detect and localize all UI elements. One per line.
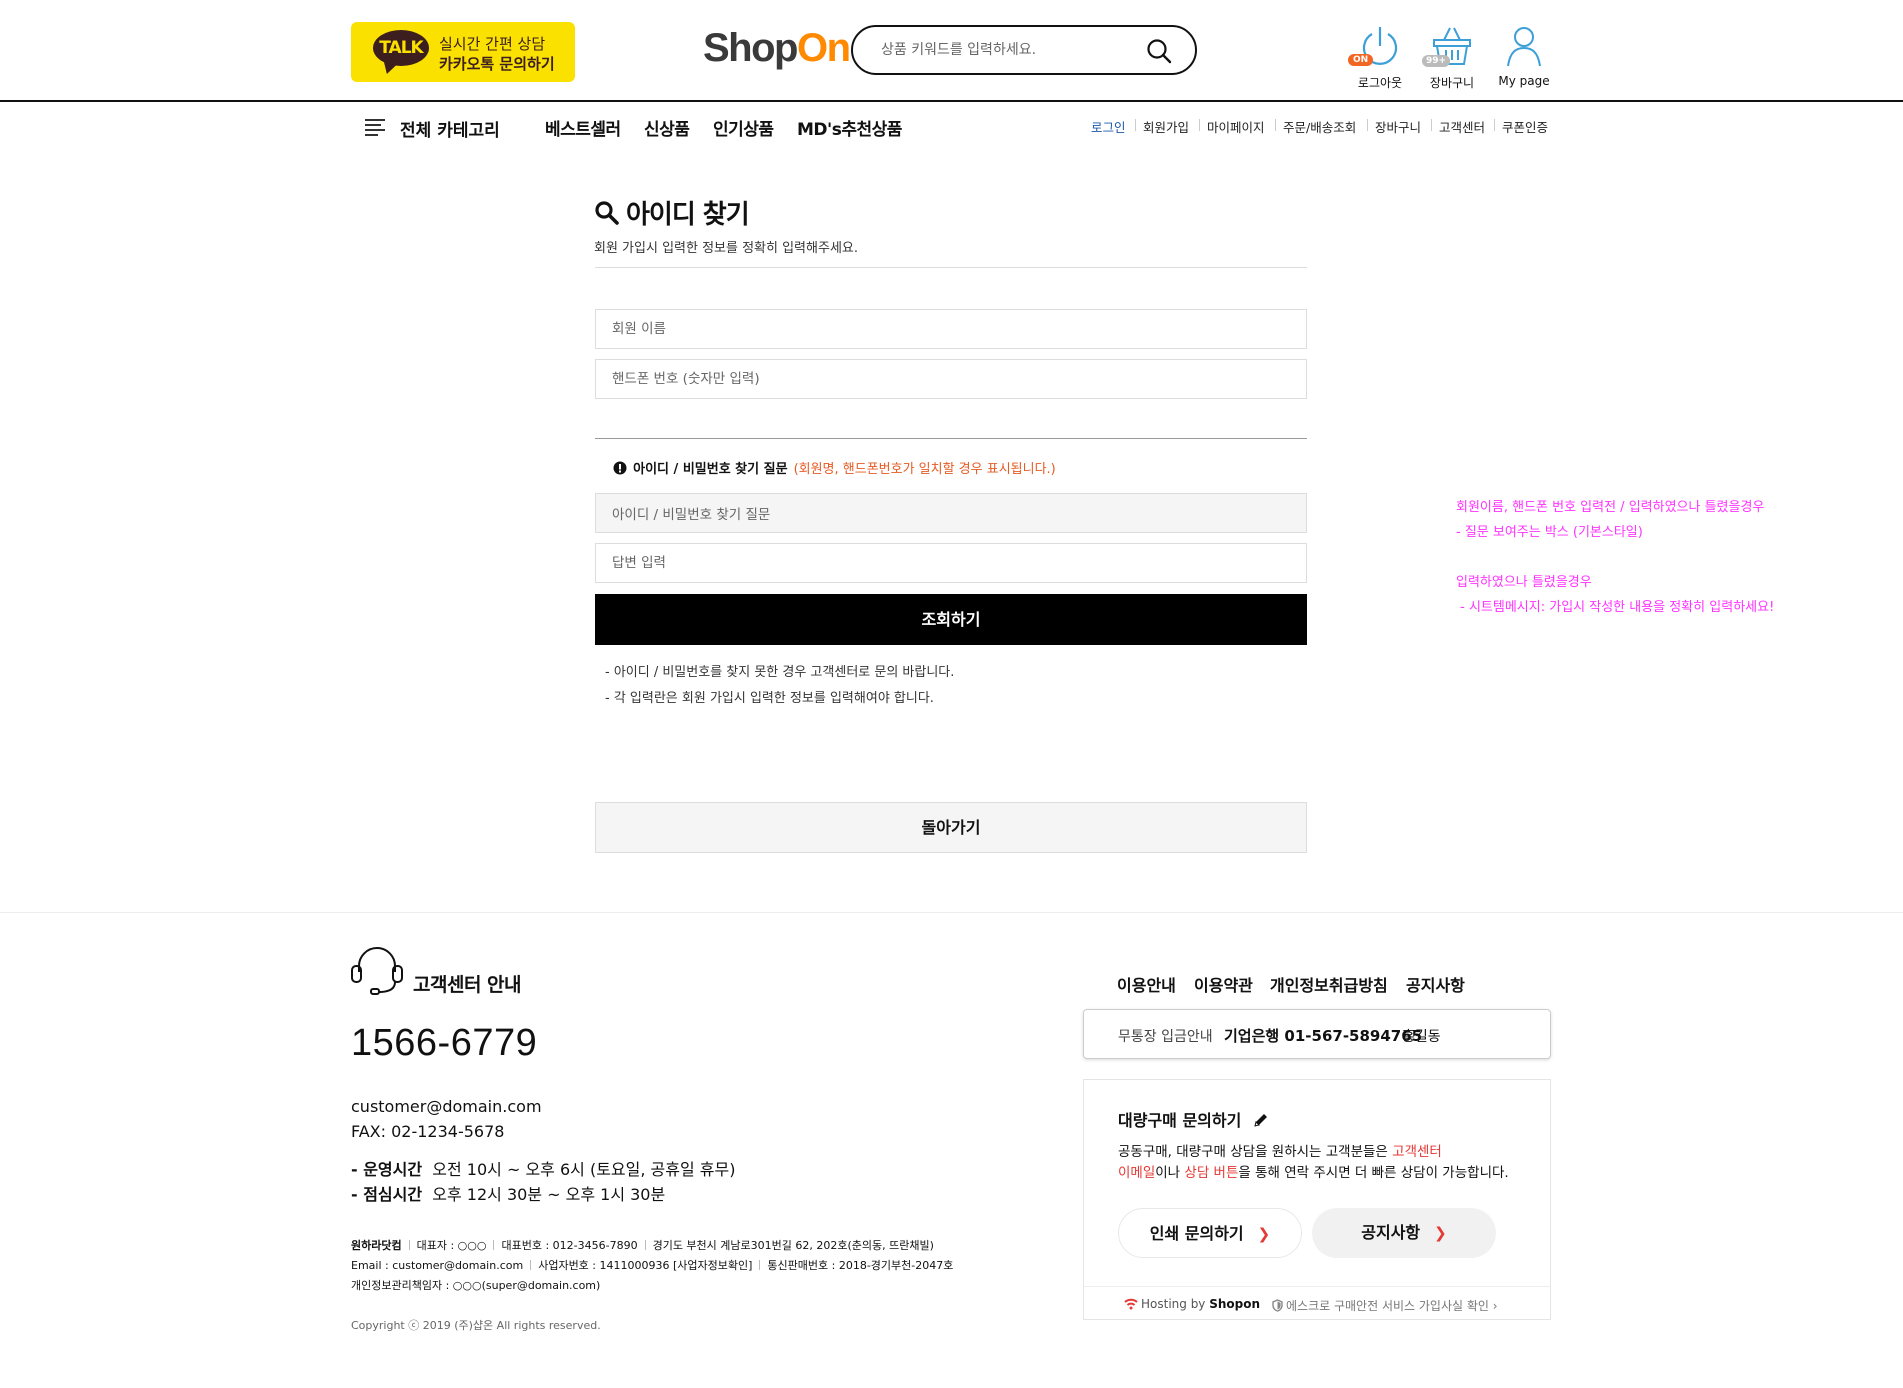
question-label: 아이디 / 비밀번호 찾기 질문 (회원명, 핸드폰번호가 일치할 경우 표시됩니… — [613, 458, 1056, 477]
member-name-input[interactable] — [596, 310, 1306, 348]
hosting-bar: Hosting by Shopon 에스크로 구매안전 서비스 가입사실 확인 … — [1084, 1286, 1550, 1320]
bank-holder: 홍길동 — [1402, 1029, 1441, 1045]
bulk-order-text: 공동구매, 대량구매 상담을 원하시는 고객분들은 고객센터 이메일이나 상담 … — [1118, 1144, 1509, 1181]
memo-line-2: - 질문 보여주는 박스 (기본스타일) — [1456, 525, 1643, 540]
exclamation-icon — [613, 461, 627, 475]
util-coupon[interactable]: 쿠폰인증 — [1502, 117, 1548, 136]
memo-line-1: 회원이름, 핸드폰 번호 입력전 / 입력하였으나 틀렸을경우 — [1456, 500, 1765, 515]
search-icon — [595, 201, 619, 225]
footer-link-guide[interactable]: 이용안내 — [1117, 972, 1176, 996]
footer-link-privacy[interactable]: 개인정보취급방침 — [1270, 972, 1388, 996]
chevron-right-icon: ❯ — [1434, 1224, 1447, 1242]
copyright: Copyright ⓒ 2019 (주)샵온 All rights reserv… — [351, 1319, 601, 1332]
user-icon — [1507, 27, 1541, 67]
bank-info-box: 무통장 입금안내 기업은행 01-567-5894765 홍길동 — [1083, 1009, 1551, 1059]
mypage-button[interactable]: My page — [1490, 24, 1558, 88]
header-divider — [0, 100, 1903, 102]
footer-fax: FAX: 02-1234-5678 — [351, 1122, 505, 1141]
back-button[interactable]: 돌아가기 — [595, 802, 1307, 853]
shopon-logo[interactable]: ShopOn — [703, 24, 851, 72]
escrow-info[interactable]: 에스크로 구매안전 서비스 가입사실 확인 › — [1272, 1297, 1498, 1314]
customer-center-phone: 1566-6779 — [351, 1022, 538, 1064]
search-bar — [851, 25, 1197, 75]
kakao-line1: 실시간 간편 상담 — [439, 35, 546, 53]
company-info-row3: 개인정보관리책임자 : ○○○(super@domain.com) — [351, 1279, 601, 1292]
kakao-talk-icon: TALK — [373, 30, 429, 66]
chevron-right-icon: › — [1492, 1299, 1498, 1313]
footer-divider — [0, 912, 1903, 913]
page-title: 아이디 찾기 — [594, 194, 750, 231]
cart-count-badge: 99+ — [1422, 55, 1451, 67]
page-subtitle: 회원 가입시 입력한 정보를 정확히 입력해주세요. — [594, 241, 858, 256]
phone-field — [595, 359, 1307, 399]
kakao-talk-banner[interactable]: TALK 실시간 간편 상담 카카오톡 문의하기 — [351, 22, 575, 82]
mypage-label: My page — [1498, 74, 1550, 88]
bank-account: 기업은행 01-567-5894765 — [1224, 1027, 1423, 1045]
answer-field — [595, 543, 1307, 583]
nav-bestseller[interactable]: 베스트셀러 — [545, 115, 621, 140]
bank-label: 무통장 입금안내 — [1118, 1029, 1213, 1045]
hosting-info[interactable]: Hosting by Shopon — [1124, 1297, 1260, 1311]
nav-popular[interactable]: 인기상품 — [713, 115, 774, 140]
footer-lunch: - 점심시간 오후 12시 30분 ~ 오후 1시 30분 — [351, 1185, 666, 1204]
util-cart[interactable]: 장바구니 — [1375, 117, 1421, 136]
search-icon[interactable] — [1145, 37, 1173, 65]
notice-button[interactable]: 공지사항 ❯ — [1312, 1208, 1496, 1258]
util-order-tracking[interactable]: 주문/배송조회 — [1283, 117, 1356, 136]
hamburger-icon — [365, 119, 385, 136]
util-mypage[interactable]: 마이페이지 — [1207, 117, 1265, 136]
title-divider — [595, 267, 1307, 268]
pencil-icon — [1254, 1114, 1267, 1127]
bulk-order-box: 대량구매 문의하기 공동구매, 대량구매 상담을 원하시는 고객분들은 고객센터… — [1083, 1079, 1551, 1320]
nav-md-pick[interactable]: MD's추천상품 — [797, 115, 902, 140]
answer-input[interactable] — [596, 544, 1306, 582]
footer-link-terms[interactable]: 이용약관 — [1194, 972, 1253, 996]
print-inquiry-button[interactable]: 인쇄 문의하기 ❯ — [1118, 1208, 1302, 1258]
logout-button[interactable]: ON 로그아웃 — [1348, 24, 1412, 91]
nav-new[interactable]: 신상품 — [644, 115, 690, 140]
search-input[interactable] — [881, 39, 1131, 61]
util-customer-center[interactable]: 고객센터 — [1439, 117, 1485, 136]
shield-icon — [1272, 1299, 1283, 1312]
footer-link-notice[interactable]: 공지사항 — [1406, 972, 1465, 996]
note-1: - 아이디 / 비밀번호를 찾지 못한 경우 고객센터로 문의 바랍니다. — [605, 665, 955, 680]
customer-center-title: 고객센터 안내 — [413, 974, 522, 996]
memo-line-4: - 시트템메시지: 가입시 작성한 내용을 정확히 입력하세요! — [1456, 600, 1775, 615]
phone-number-input[interactable] — [596, 360, 1306, 398]
util-login[interactable]: 로그인 — [1091, 117, 1126, 136]
chevron-right-icon: ❯ — [1257, 1225, 1271, 1243]
wifi-icon — [1124, 1298, 1138, 1310]
kakao-line2: 카카오톡 문의하기 — [439, 55, 555, 73]
question-hint: (회원명, 핸드폰번호가 일치할 경우 표시됩니다.) — [793, 462, 1056, 477]
form-divider — [595, 438, 1307, 439]
footer-email: customer@domain.com — [351, 1097, 542, 1116]
memo-line-3: 입력하였으나 틀렸을경우 — [1456, 575, 1592, 590]
cart-label: 장바구니 — [1429, 76, 1475, 90]
question-field — [595, 493, 1307, 533]
name-field — [595, 309, 1307, 349]
company-info-row1: 원하라닷컴 대표자 : ○○○ 대표번호 : 012-3456-7890 경기도 부천… — [351, 1239, 934, 1252]
util-signup[interactable]: 회원가입 — [1143, 117, 1189, 136]
all-categories-menu[interactable]: 전체 카테고리 — [364, 114, 504, 141]
logout-label: 로그아웃 — [1357, 76, 1403, 90]
footer-hours: - 운영시간 오전 10시 ~ 오후 6시 (토요일, 공휴일 휴무) — [351, 1160, 736, 1179]
note-2: - 각 입력란은 회원 가입시 입력한 정보를 입력해여야 합니다. — [605, 691, 934, 706]
cart-button[interactable]: 99+ 장바구니 — [1420, 24, 1484, 91]
headset-icon — [351, 947, 403, 995]
company-info-row2: Email : customer@domain.com 사업자번호 : 14110… — [351, 1259, 954, 1272]
lookup-button[interactable]: 조회하기 — [595, 594, 1307, 645]
all-categories-label: 전체 카테고리 — [400, 121, 500, 141]
question-display — [596, 494, 1306, 532]
bulk-order-title: 대량구매 문의하기 — [1118, 1107, 1269, 1131]
on-badge: ON — [1348, 54, 1374, 66]
